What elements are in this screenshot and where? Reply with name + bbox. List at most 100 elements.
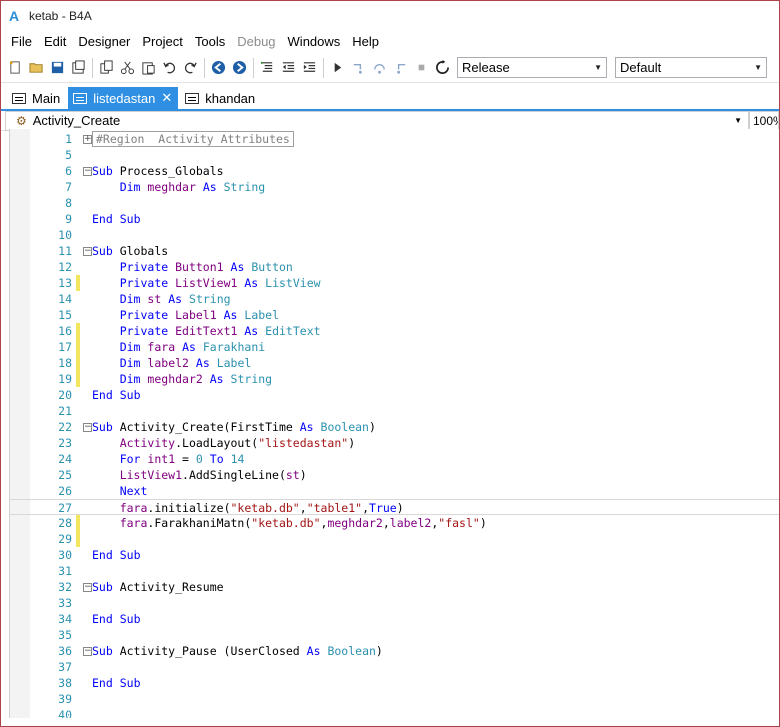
modified-line-marker	[76, 531, 80, 547]
code-line[interactable]: 15 Private Label1 As Label	[10, 307, 779, 323]
code-line[interactable]: 11 − Sub Globals	[10, 243, 779, 259]
code-line[interactable]: 6 − Sub Process_Globals	[10, 163, 779, 179]
close-icon[interactable]: ✕	[161, 90, 172, 106]
code-line[interactable]: 28 fara.FarakhaniMatn("ketab.db",meghdar…	[10, 515, 779, 531]
menu-designer[interactable]: Designer	[72, 31, 136, 53]
line-number: 20	[58, 388, 72, 402]
code-line[interactable]: 27 fara.initialize("ketab.db","table1",T…	[10, 499, 779, 515]
code-line[interactable]: 34 End Sub	[10, 611, 779, 627]
undo-icon[interactable]	[160, 58, 179, 78]
code-line[interactable]: 7 Dim meghdar As String	[10, 179, 779, 195]
code-text: For int1 = 0 To 14	[119, 452, 245, 466]
expand-icon[interactable]: +	[83, 135, 92, 144]
zoom-select[interactable]: 100%	[749, 110, 779, 131]
menu-tools[interactable]: Tools	[189, 31, 231, 53]
modified-line-marker	[76, 515, 80, 531]
menu-help[interactable]: Help	[346, 31, 385, 53]
code-line[interactable]: 30 End Sub	[10, 547, 779, 563]
code-line[interactable]: 35	[10, 627, 779, 643]
code-line[interactable]: 25 ListView1.AddSingleLine(st)	[10, 467, 779, 483]
comment-block-icon[interactable]	[258, 58, 277, 78]
code-line[interactable]: 32 − Sub Activity_Resume	[10, 579, 779, 595]
code-text: Activity.LoadLayout("listedastan")	[119, 436, 356, 450]
code-line[interactable]: 40	[10, 707, 779, 718]
cut-icon[interactable]	[118, 58, 137, 78]
line-number: 5	[65, 148, 72, 162]
sub-selector-value: Activity_Create	[32, 113, 121, 128]
code-line[interactable]: 1 + #Region Activity Attributes	[10, 131, 779, 147]
line-number: 14	[58, 292, 72, 306]
outdent-icon[interactable]	[279, 58, 298, 78]
build-config-select[interactable]: Release ▼	[457, 57, 607, 78]
menu-edit[interactable]: Edit	[38, 31, 72, 53]
open-folder-icon[interactable]	[27, 58, 46, 78]
code-line[interactable]: 24 For int1 = 0 To 14	[10, 451, 779, 467]
code-line[interactable]: 8	[10, 195, 779, 211]
build-config-value: Release	[462, 60, 510, 75]
window-title: ketab - B4A	[29, 9, 92, 23]
modified-line-marker	[76, 275, 80, 291]
module-icon	[12, 92, 26, 104]
code-line[interactable]: 29	[10, 531, 779, 547]
code-text: #Region Activity Attributes	[92, 131, 294, 147]
code-line[interactable]: 37	[10, 659, 779, 675]
run-icon[interactable]	[328, 58, 347, 78]
redo-icon[interactable]	[181, 58, 200, 78]
code-line[interactable]: 20 End Sub	[10, 387, 779, 403]
code-line[interactable]: 14 Dim st As String	[10, 291, 779, 307]
code-text: End Sub	[92, 212, 141, 226]
collapse-icon[interactable]: −	[83, 647, 92, 656]
code-line[interactable]: 22 − Sub Activity_Create(FirstTime As Bool…	[10, 419, 779, 435]
code-line[interactable]: 18 Dim label2 As Label	[10, 355, 779, 371]
collapse-icon[interactable]: −	[83, 423, 92, 432]
tab-main[interactable]: Main	[7, 87, 66, 109]
line-number: 36	[58, 644, 72, 658]
restart-icon[interactable]	[433, 58, 452, 78]
menu-windows[interactable]: Windows	[282, 31, 347, 53]
copy-icon[interactable]	[97, 58, 116, 78]
code-line[interactable]: 39	[10, 691, 779, 707]
code-line[interactable]: 21	[10, 403, 779, 419]
code-line[interactable]: 10	[10, 227, 779, 243]
sub-selector[interactable]: ⚙ Activity_Create ▼	[5, 110, 749, 131]
code-line[interactable]: 9 End Sub	[10, 211, 779, 227]
menu-project[interactable]: Project	[136, 31, 188, 53]
line-number: 6	[65, 164, 72, 178]
code-line[interactable]: 5	[10, 147, 779, 163]
collapse-icon[interactable]: −	[83, 247, 92, 256]
code-line[interactable]: 38 End Sub	[10, 675, 779, 691]
code-line[interactable]: 13 Private ListView1 As ListView	[10, 275, 779, 291]
code-line[interactable]: 36 − Sub Activity_Pause (UserClosed As Boo…	[10, 643, 779, 659]
tab-khandan[interactable]: khandan	[180, 87, 261, 109]
paste-icon[interactable]	[139, 58, 158, 78]
code-line[interactable]: 26 Next	[10, 483, 779, 499]
tab-listedastan[interactable]: listedastan ✕	[68, 87, 179, 109]
module-icon	[185, 92, 200, 104]
navigate-forward-icon[interactable]	[230, 58, 249, 78]
save-icon[interactable]	[48, 58, 67, 78]
tab-bar: Main listedastan ✕ khandan	[1, 85, 779, 109]
new-file-icon[interactable]	[6, 58, 25, 78]
line-number: 9	[65, 212, 72, 226]
indent-icon[interactable]	[300, 58, 319, 78]
code-line[interactable]: 33	[10, 595, 779, 611]
collapse-icon[interactable]: −	[83, 583, 92, 592]
modified-line-marker	[76, 339, 80, 355]
code-text: fara.initialize("ketab.db","table1",True…	[119, 501, 404, 515]
menu-file[interactable]: File	[5, 31, 38, 53]
code-line[interactable]: 23 Activity.LoadLayout("listedastan")	[10, 435, 779, 451]
menu-bar: File Edit Designer Project Tools Debug W…	[1, 31, 779, 53]
code-text: Sub Activity_Resume	[92, 580, 224, 594]
code-line[interactable]: 17 Dim fara As Farakhani	[10, 339, 779, 355]
toolbar-separator	[204, 57, 205, 78]
save-all-icon[interactable]	[69, 58, 88, 78]
device-config-select[interactable]: Default ▼	[615, 57, 767, 78]
code-line[interactable]: 16 Private EditText1 As EditText	[10, 323, 779, 339]
code-text: Sub Process_Globals	[92, 164, 224, 178]
code-line[interactable]: 31	[10, 563, 779, 579]
code-line[interactable]: 19 Dim meghdar2 As String	[10, 371, 779, 387]
collapse-icon[interactable]: −	[83, 167, 92, 176]
code-line[interactable]: 12 Private Button1 As Button	[10, 259, 779, 275]
code-editor[interactable]: 1 + #Region Activity Attributes 5 6− Sub Proc…	[9, 129, 779, 718]
navigate-back-icon[interactable]	[209, 58, 228, 78]
